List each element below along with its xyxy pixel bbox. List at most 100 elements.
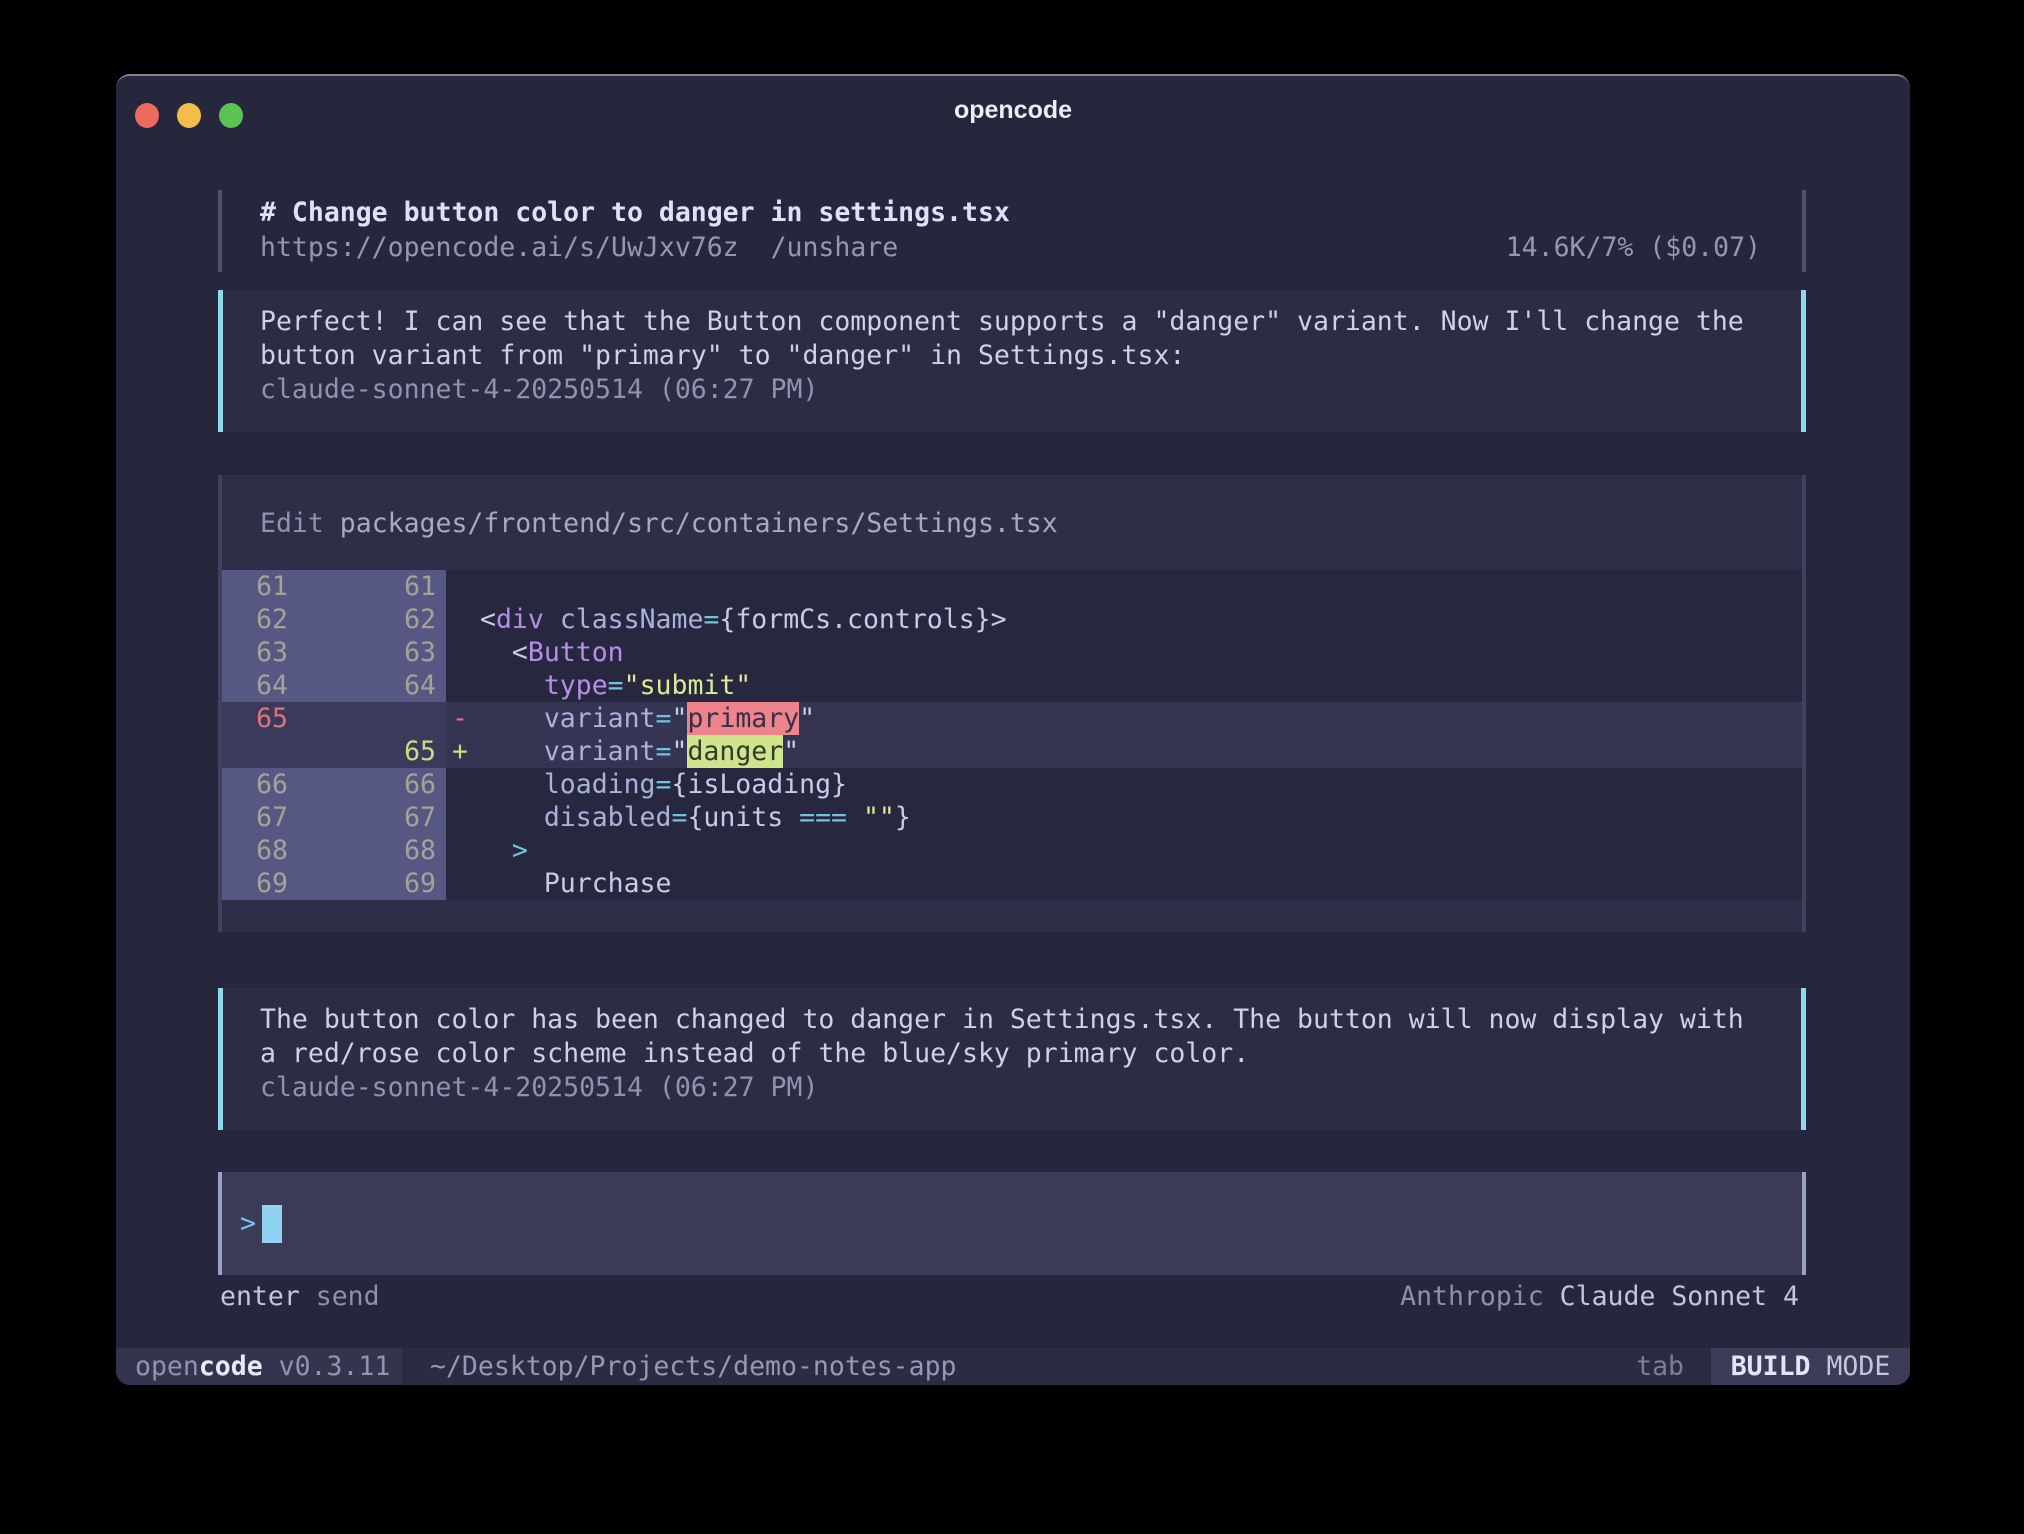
message-line: a red/rose color scheme instead of the b… [260, 1037, 1771, 1071]
titlebar[interactable]: opencode [116, 76, 1910, 140]
app-version: v0.3.11 [279, 1351, 391, 1382]
code-token: " [671, 703, 687, 734]
code-token: < [480, 604, 496, 635]
diff-code-line: variant="danger" [480, 735, 1802, 768]
diff-row: 6868 > [222, 834, 1802, 867]
file-edit-tool-card: Edit packages/frontend/src/containers/Se… [218, 475, 1806, 932]
url-gap [739, 232, 771, 263]
code-token: " [671, 736, 687, 767]
code-token: variant [544, 703, 656, 734]
line-number-old: 65 [222, 702, 334, 735]
diff-code-line: disabled={units === ""} [480, 801, 1802, 834]
diff-row: 6666 loading={isLoading} [222, 768, 1802, 801]
code-token: type [544, 670, 608, 701]
code-token: = [656, 736, 672, 767]
code-token [480, 835, 512, 866]
statusbar-spacer [957, 1348, 1637, 1385]
code-token [847, 802, 863, 833]
code-token: = [608, 670, 624, 701]
diff-code-line: loading={isLoading} [480, 768, 1802, 801]
diff-marker [446, 801, 480, 834]
diff-row: 6161 [222, 570, 1802, 603]
session-header: # Change button color to danger in setti… [218, 190, 1806, 272]
code-token: > [512, 835, 528, 866]
code-token [480, 637, 512, 668]
code-token: {isLoading} [671, 769, 847, 800]
line-number-old: 66 [222, 768, 334, 801]
line-number-new: 69 [334, 867, 446, 900]
code-token: {units [687, 802, 799, 833]
code-token [480, 769, 544, 800]
diff-marker [446, 570, 480, 603]
code-token [480, 736, 544, 767]
model-indicator: Anthropic Claude Sonnet 4 [1400, 1279, 1799, 1314]
brand-code: code [199, 1351, 263, 1382]
share-url-link[interactable]: https://opencode.ai/s/UwJxv76z [260, 232, 739, 263]
diff-row: 6363 <Button [222, 636, 1802, 669]
code-token: div [496, 604, 544, 635]
line-number-new [334, 702, 446, 735]
send-action-label: send [316, 1281, 380, 1312]
line-number-new: 67 [334, 801, 446, 834]
diff-row: 65+ variant="danger" [222, 735, 1802, 768]
edit-action-label: Edit [260, 508, 340, 539]
diff-code-line: > [480, 834, 1802, 867]
share-url-group: https://opencode.ai/s/UwJxv76z /unshare [260, 230, 898, 265]
prompt-character: > [240, 1208, 256, 1239]
diff-marker [446, 603, 480, 636]
code-token: " [799, 703, 815, 734]
diff-row: 6262<div className={formCs.controls}> [222, 603, 1802, 636]
line-number-old: 62 [222, 603, 334, 636]
code-token: = [671, 802, 687, 833]
diff-row: 6969 Purchase [222, 867, 1802, 900]
line-number-old: 61 [222, 570, 334, 603]
message-input[interactable]: > [218, 1172, 1806, 1275]
text-cursor [262, 1205, 282, 1243]
code-token [480, 868, 544, 899]
code-token: "" [863, 802, 895, 833]
line-number-new: 64 [334, 669, 446, 702]
diff-code-line: variant="primary" [480, 702, 1802, 735]
line-number-new: 63 [334, 636, 446, 669]
line-number-new: 62 [334, 603, 446, 636]
code-token: Purchase [544, 868, 672, 899]
line-number-old: 69 [222, 867, 334, 900]
code-token: disabled [544, 802, 672, 833]
code-token: < [512, 637, 528, 668]
line-number-new: 61 [334, 570, 446, 603]
code-diff: 61616262<div className={formCs.controls}… [222, 570, 1802, 900]
diff-code-line [480, 570, 1802, 603]
code-token: loading [544, 769, 656, 800]
code-token [480, 670, 544, 701]
mode-chip: BUILD MODE [1711, 1348, 1910, 1385]
diff-row: 6464 type="submit" [222, 669, 1802, 702]
edit-title: Edit packages/frontend/src/containers/Se… [222, 506, 1802, 541]
diff-marker [446, 867, 480, 900]
diff-marker [446, 834, 480, 867]
context-usage-stats: 14.6K/7% ($0.07) [1506, 230, 1761, 265]
mode-label: MODE [1826, 1351, 1890, 1382]
session-title: # Change button color to danger in setti… [260, 195, 1761, 230]
working-directory: ~/Desktop/Projects/demo-notes-app [430, 1348, 957, 1385]
model-name: Claude Sonnet 4 [1560, 1281, 1799, 1312]
diff-row: 65- variant="primary" [222, 702, 1802, 735]
line-number-old [222, 735, 334, 768]
code-token: "submit" [624, 670, 752, 701]
session-subtitle-row: https://opencode.ai/s/UwJxv76z /unshare … [260, 230, 1761, 265]
code-token [544, 604, 560, 635]
unshare-command[interactable]: /unshare [771, 232, 899, 263]
code-token: variant [544, 736, 656, 767]
diff-code-line: <Button [480, 636, 1802, 669]
diff-marker [446, 768, 480, 801]
window-title: opencode [116, 96, 1910, 125]
line-number-old: 64 [222, 669, 334, 702]
diff-code-line: type="submit" [480, 669, 1802, 702]
assistant-message: The button color has been changed to dan… [218, 988, 1806, 1130]
line-number-new: 66 [334, 768, 446, 801]
line-number-old: 63 [222, 636, 334, 669]
diff-changed-word: primary [687, 702, 799, 735]
code-token: } [895, 802, 911, 833]
send-hint: enter send [220, 1279, 380, 1314]
diff-marker [446, 636, 480, 669]
code-token: === [799, 802, 847, 833]
